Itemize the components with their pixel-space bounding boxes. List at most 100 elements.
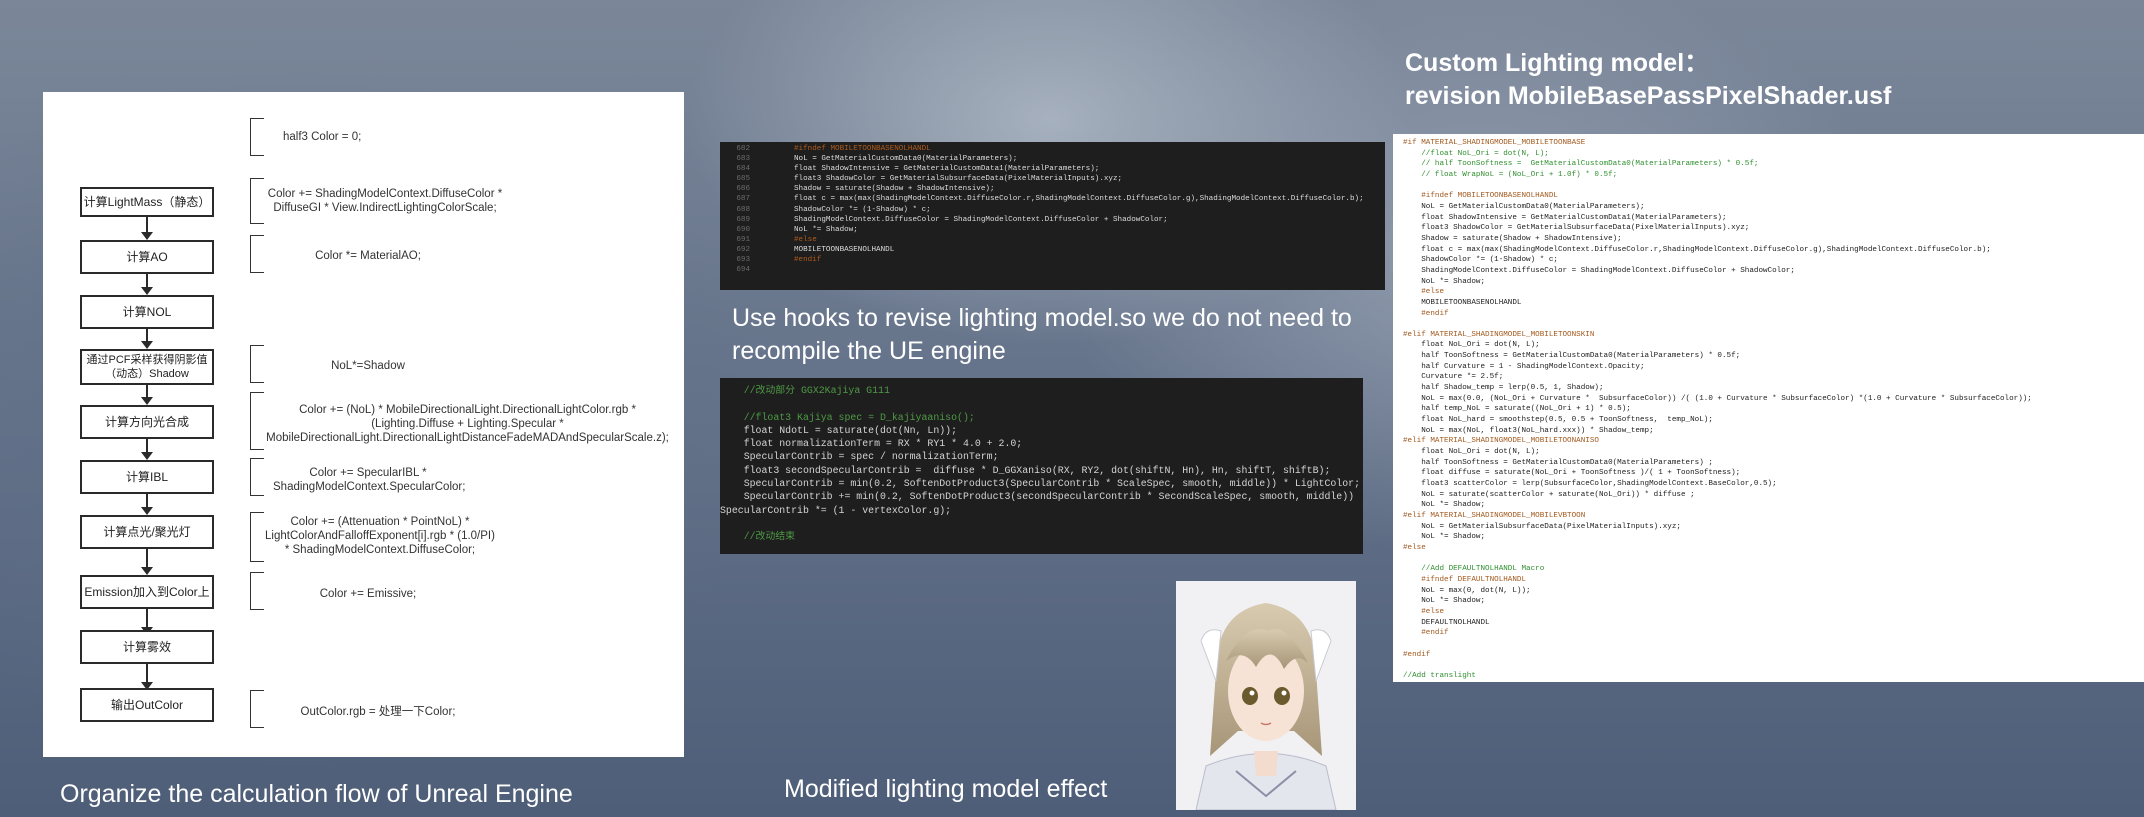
code-line: #else [1403, 543, 1426, 552]
character-illustration [1176, 581, 1356, 810]
code-panel-shader-usf: #if MATERIAL_SHADINGMODEL_MOBILETOONBASE… [1393, 134, 2144, 682]
flow-note-point-lights: Color += (Attenuation * PointNoL) * Ligh… [265, 516, 495, 556]
code-line: float NoL_hard = smoothstep(0.5, 0.5 + T… [1403, 416, 1713, 425]
flow-arrow [141, 329, 153, 349]
code-line: #elif MATERIAL_SHADINGMODEL_MOBILEVBTOON [1403, 511, 1586, 520]
code-line: #else [794, 235, 817, 244]
code-line: #endif [1403, 650, 1431, 659]
flow-arrow [141, 494, 153, 515]
code-line: NoL *= Shadow; [794, 225, 858, 234]
code-line: half ToonSoftness = GetMaterialCustomDat… [1403, 458, 1713, 467]
code-line: NoL = saturate(scatterColor + saturate(N… [1403, 490, 1695, 499]
code-line: Shadow = saturate(Shadow + ShadowIntensi… [1403, 234, 1622, 243]
flow-note-ibl: Color += SpecularIBL * ShadingModelConte… [273, 467, 466, 493]
code-line: half temp_NoL = saturate((NoL_Ori + 1) *… [1403, 405, 1631, 414]
code-line: #if MATERIAL_SHADINGMODEL_MOBILETOONBASE [1403, 139, 1586, 147]
code-line: SpecularContrib *= (1 - vertexColor.g); [720, 504, 952, 516]
code-line: // half ToonSoftness = GetMaterialCustom… [1403, 160, 1759, 169]
flow-step-ao: 计算AO [80, 240, 214, 274]
code-line: float normalizationTerm = RX * RY1 * 4.0… [720, 438, 1023, 450]
bracket [250, 345, 264, 383]
code-text: //改动部分 GGX2Kajiya G111 //float3 Kajiya s… [720, 384, 1360, 544]
line-number: 683 [736, 155, 750, 164]
code-panel-nol-hook: 682 683 684 685 686 687 688 689 690 691 692 693 694 … [720, 142, 1385, 290]
flow-arrow [141, 609, 153, 635]
code-line: ShadowColor *= (1-Shadow) * c; [1403, 256, 1558, 265]
line-number: 690 [736, 225, 750, 234]
caption-custom-lighting: Custom Lighting model： revision MobileBa… [1405, 47, 1891, 113]
code-line: float diffuse = saturate(NoL_Ori + ToonS… [1403, 469, 1741, 478]
line-number: 682 [736, 145, 750, 153]
line-number: 687 [736, 195, 750, 204]
flow-step-output: 输出OutColor [80, 688, 214, 722]
code-line: Shadow = saturate(Shadow + ShadowIntensi… [794, 185, 995, 194]
flow-step-directional: 计算方向光合成 [80, 405, 214, 439]
flow-step-point-lights: 计算点光/聚光灯 [80, 515, 214, 549]
code-line: MOBILETOONBASENOLHANDL [1403, 298, 1522, 307]
bracket [250, 118, 264, 156]
code-line: float3 ShadowColor = GetMaterialSubsurfa… [794, 175, 1123, 184]
code-line: SpecularContrib += min(0.2, SoftenDotPro… [720, 491, 1355, 503]
code-line: DEFAULTNOLHANDL [1403, 618, 1490, 627]
code-line: NoL *= Shadow; [1403, 501, 1486, 510]
flow-step-lightmass: 计算LightMass（静态） [80, 187, 214, 217]
flow-note-output: OutColor.rgb = 处理一下Color; [300, 706, 456, 718]
code-line: #ifndef MOBILETOONBASENOLHANDL [794, 145, 931, 153]
bracket [250, 690, 264, 728]
code-line: ShadingModelContext.DiffuseColor = Shadi… [1403, 266, 1795, 275]
flow-step-emission: Emission加入到Color上 [80, 575, 214, 609]
flow-note-directional: Color += (NoL) * MobileDirectionalLight.… [266, 404, 669, 444]
code-line: #else [1403, 288, 1445, 297]
code-line: #endif [794, 256, 822, 265]
caption-custom-line2: revision MobileBasePassPixelShader.usf [1405, 82, 1892, 110]
flow-step-fog: 计算雾效 [80, 630, 214, 664]
flow-note-lightmass: Color += ShadingModelContext.DiffuseColo… [267, 188, 503, 214]
code-line: float c = max(max(ShadingModelContext.Di… [794, 195, 1364, 204]
bracket [250, 458, 264, 496]
line-number: 686 [736, 185, 750, 194]
caption-custom-line1: Custom Lighting model： [1405, 49, 1710, 77]
code-line: //float3 Kajiya spec = D_kajiyaaniso(); [720, 411, 975, 423]
flowchart-panel: 计算LightMass（静态） 计算AO 计算NOL 通过PCF采样获得阴影值（… [43, 92, 684, 757]
code-line: // float WrapNoL = (NoL_Ori + 1.0f) * 0.… [1403, 170, 1618, 179]
flow-note-init: half3 Color = 0; [283, 131, 362, 143]
flow-note-shadow: NoL*=Shadow [331, 360, 405, 372]
flow-note-ao: Color *= MaterialAO; [315, 250, 421, 262]
line-number: 692 [736, 245, 750, 254]
flow-arrow [141, 385, 153, 405]
code-line: Curvature *= 2.5f; [1403, 373, 1504, 382]
code-line: #endif [1403, 629, 1449, 638]
line-number: 694 [736, 266, 750, 275]
flow-step-ibl: 计算IBL [80, 460, 214, 494]
caption-organize-flow: Organize the calculation flow of Unreal … [60, 780, 573, 808]
code-line: //Add translight [1403, 671, 1476, 680]
line-number: 684 [736, 165, 750, 174]
code-line: NoL = GetMaterialCustomData0(MaterialPar… [794, 155, 1018, 164]
code-line: half ToonSoftness = GetMaterialCustomDat… [1403, 352, 1741, 361]
code-line: ShadingModelContext.DiffuseColor = Shadi… [794, 215, 1168, 224]
code-line: float3 scatterColor = lerp(SubsurfaceCol… [1403, 480, 1777, 488]
code-line: float NdotL = saturate(dot(Nn, Ln)); [720, 424, 958, 436]
code-line: NoL = GetMaterialSubsurfaceData(PixelMat… [1403, 522, 1681, 531]
bracket [250, 572, 264, 610]
code-line: float3 ShadowColor = GetMaterialSubsurfa… [1403, 224, 1750, 233]
line-number: 688 [736, 205, 750, 214]
bracket [250, 512, 264, 562]
code-line: NoL = max(0, dot(N, L)); [1403, 586, 1531, 595]
code-line: float NoL_Ori = dot(N, L); [1403, 448, 1540, 457]
line-number: 693 [736, 256, 750, 265]
flow-arrow [141, 439, 153, 460]
code-line: //改动结束 [720, 531, 796, 543]
code-line: float ShadowIntensive = GetMaterialCusto… [1403, 213, 1727, 222]
code-line: #ifndef DEFAULTNOLHANDL [1403, 575, 1527, 584]
code-line: NoL *= Shadow; [1403, 277, 1486, 286]
code-panel-kajiya: //改动部分 GGX2Kajiya G111 //float3 Kajiya s… [720, 378, 1363, 554]
character-render-image [1176, 581, 1356, 810]
